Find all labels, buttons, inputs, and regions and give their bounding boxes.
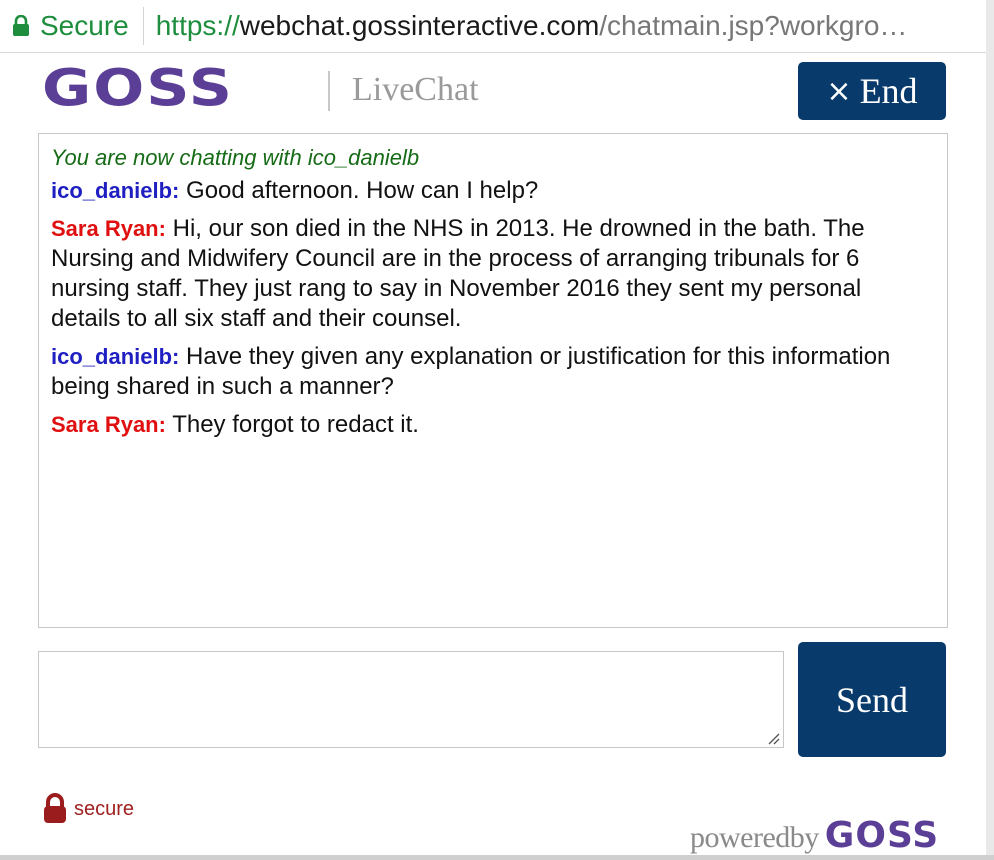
url-scheme: https:// [155,10,240,41]
logo-divider [328,71,330,111]
powered-by-text: poweredby [690,821,819,854]
url-host: webchat.gossinteractive.com [239,10,600,41]
secure-badge: secure [42,793,134,825]
message-text: They forgot to redact it. [165,411,419,438]
message-text: Hi, our son died in the NHS in 2013. He … [51,215,865,332]
browser-address-bar: Secure https://webchat.gossinteractive.c… [0,0,986,53]
message-sender: ico_danielb: [51,344,180,369]
resize-handle-icon[interactable] [768,733,780,745]
url-field[interactable]: https://webchat.gossinteractive.com/chat… [156,10,908,42]
message-input[interactable] [38,651,784,748]
message-sender: ico_danielb: [51,178,180,203]
end-chat-button[interactable]: × End [798,62,946,120]
message-text: Good afternoon. How can I help? [179,177,539,204]
end-chat-label: End [859,71,918,111]
window-bottom-edge [0,855,994,860]
close-icon: × [826,73,852,109]
message-sender: Sara Ryan: [51,412,166,437]
address-divider [142,7,144,45]
send-button[interactable]: Send [798,642,946,757]
goss-logo: GOSS [42,58,234,119]
livechat-product-name: LiveChat [352,71,479,108]
livechat-window: GOSS LiveChat × End You are now chatting… [0,53,986,860]
url-path: /chatmain.jsp?workgro… [599,10,908,41]
lock-icon[interactable] [12,15,30,37]
padlock-icon [44,793,66,823]
chat-message: ico_danielb: Good afternoon. How can I h… [51,176,937,206]
chat-transcript[interactable]: You are now chatting with ico_danielb ic… [38,133,948,628]
chat-message: Sara Ryan: Hi, our son died in the NHS i… [51,214,937,334]
message-sender: Sara Ryan: [51,216,166,241]
goss-footer-logo: GOSS [824,815,940,856]
window-edge [986,0,994,860]
secure-label: secure [74,797,135,820]
chat-message: Sara Ryan: They forgot to redact it. [51,410,937,440]
secure-indicator[interactable]: Secure [40,10,129,42]
chat-message: ico_danielb: Have they given any explana… [51,342,937,402]
system-message: You are now chatting with ico_danielb [51,145,420,170]
powered-by-goss: poweredby GOSS [690,815,939,856]
